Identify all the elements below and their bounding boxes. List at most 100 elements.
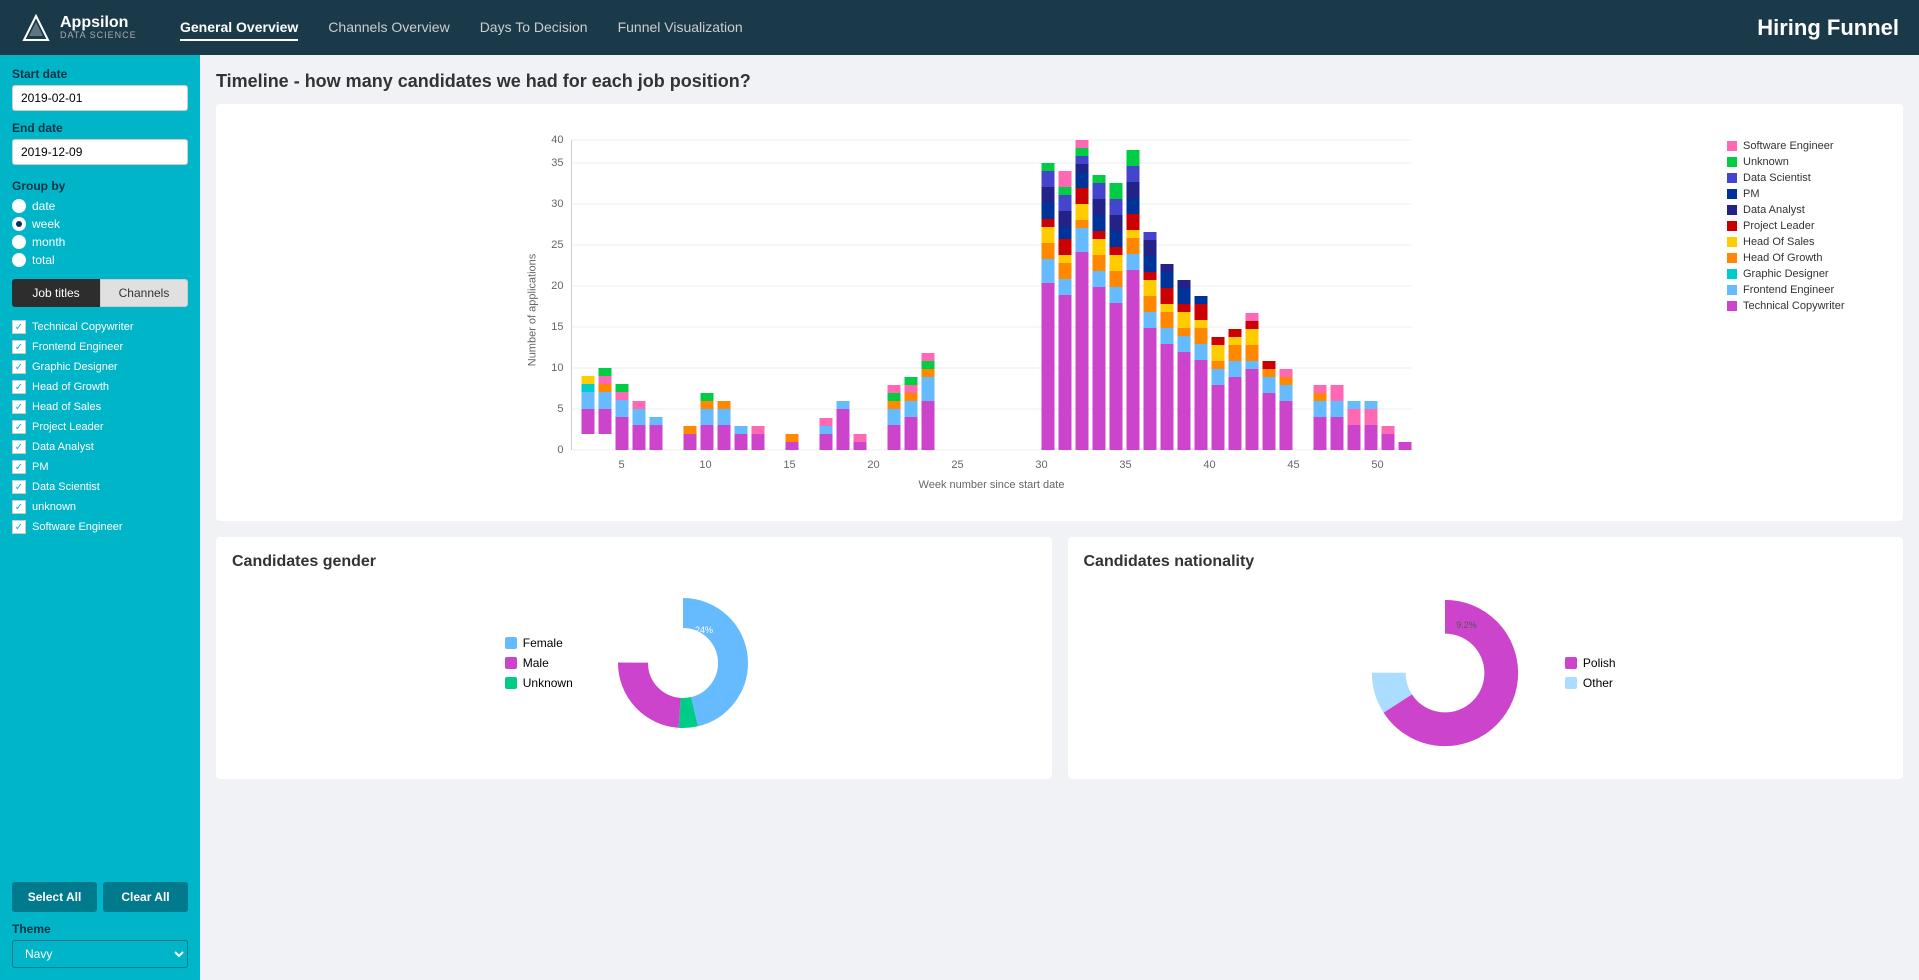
checkbox-box-software-engineer xyxy=(12,520,26,534)
svg-text:15: 15 xyxy=(551,321,563,333)
start-date-input[interactable] xyxy=(12,85,188,111)
gender-legend: Female Male Unknown xyxy=(505,636,573,690)
theme-select[interactable]: Navy Light Dark xyxy=(12,940,188,968)
nationality-legend-polish: Polish xyxy=(1565,656,1616,670)
checkbox-box-project-leader xyxy=(12,420,26,434)
select-all-button[interactable]: Select All xyxy=(12,882,97,912)
header-title: Hiring Funnel xyxy=(1757,15,1899,41)
legend-frontend-engineer: Frontend Engineer xyxy=(1727,284,1887,296)
legend-dot-project-leader xyxy=(1727,221,1737,231)
legend-dot-unknown xyxy=(1727,157,1737,167)
nav-general-overview[interactable]: General Overview xyxy=(180,15,298,41)
sidebar: Start date End date Group by date week m… xyxy=(0,55,200,980)
nationality-donut-svg: 90.8% 9.2% xyxy=(1355,583,1535,763)
legend-dot-frontend-engineer xyxy=(1727,285,1737,295)
gender-legend-dot-male xyxy=(505,657,517,669)
legend-data-scientist: Data Scientist xyxy=(1727,172,1887,184)
svg-text:Week number since start date: Week number since start date xyxy=(919,479,1065,491)
logo: Appsilon DATA SCIENCE xyxy=(20,12,140,44)
nav-days-to-decision[interactable]: Days To Decision xyxy=(480,15,588,41)
svg-text:0: 0 xyxy=(557,444,563,456)
svg-text:15: 15 xyxy=(783,459,795,471)
legend-dot-head-of-sales xyxy=(1727,237,1737,247)
gender-legend-dot-female xyxy=(505,637,517,649)
svg-text:20: 20 xyxy=(867,459,879,471)
gender-donut-wrapper: Female Male Unknown xyxy=(232,583,1036,743)
group-by-label: Group by xyxy=(12,179,188,193)
radio-week[interactable]: week xyxy=(12,217,188,231)
checkbox-data-analyst[interactable]: Data Analyst xyxy=(12,437,188,457)
start-date-label: Start date xyxy=(12,67,188,81)
legend-project-leader: Project Leader xyxy=(1727,220,1887,232)
checkbox-box-graphic-designer xyxy=(12,360,26,374)
nav-funnel-visualization[interactable]: Funnel Visualization xyxy=(618,15,743,41)
gender-legend-male: Male xyxy=(505,656,573,670)
legend-dot-head-of-growth xyxy=(1727,253,1737,263)
svg-text:30: 30 xyxy=(551,198,563,210)
header: Appsilon DATA SCIENCE General Overview C… xyxy=(0,0,1919,55)
checkbox-head-of-sales[interactable]: Head of Sales xyxy=(12,397,188,417)
checkbox-software-engineer[interactable]: Software Engineer xyxy=(12,517,188,537)
checkbox-head-of-growth[interactable]: Head of Growth xyxy=(12,377,188,397)
legend-unknown: Unknown xyxy=(1727,156,1887,168)
nationality-chart-card: Candidates nationality 90.8% 9.2% xyxy=(1068,537,1904,779)
checkbox-unknown[interactable]: unknown xyxy=(12,497,188,517)
svg-text:Number of applications: Number of applications xyxy=(527,253,539,366)
tab-job-titles[interactable]: Job titles xyxy=(12,279,100,307)
svg-text:5: 5 xyxy=(618,459,624,471)
legend-dot-software-engineer xyxy=(1727,141,1737,151)
bar-chart-container: 0 5 10 15 20 25 30 35 40 Number of appli… xyxy=(216,104,1903,521)
svg-text:25: 25 xyxy=(951,459,963,471)
clear-all-button[interactable]: Clear All xyxy=(103,882,188,912)
svg-text:4.8%: 4.8% xyxy=(663,680,681,689)
gender-chart-title: Candidates gender xyxy=(232,553,1036,571)
legend-dot-data-scientist xyxy=(1727,173,1737,183)
legend-dot-graphic-designer xyxy=(1727,269,1737,279)
gender-legend-female: Female xyxy=(505,636,573,650)
svg-text:45: 45 xyxy=(1287,459,1299,471)
radio-total[interactable]: total xyxy=(12,253,188,267)
end-date-label: End date xyxy=(12,121,188,135)
svg-text:24%: 24% xyxy=(695,625,713,635)
checkbox-box-technical-copywriter xyxy=(12,320,26,334)
radio-month[interactable]: month xyxy=(12,235,188,249)
radio-circle-month xyxy=(12,235,26,249)
tab-channels[interactable]: Channels xyxy=(100,279,188,307)
gender-legend-dot-unknown xyxy=(505,677,517,689)
checkbox-box-head-of-growth xyxy=(12,380,26,394)
svg-text:40: 40 xyxy=(551,134,563,146)
svg-text:10: 10 xyxy=(551,362,563,374)
checkbox-graphic-designer[interactable]: Graphic Designer xyxy=(12,357,188,377)
nationality-donut-wrapper: 90.8% 9.2% Polish Other xyxy=(1084,583,1888,763)
legend-dot-data-analyst xyxy=(1727,205,1737,215)
legend-dot-pm xyxy=(1727,189,1737,199)
radio-date[interactable]: date xyxy=(12,199,188,213)
checkbox-project-leader[interactable]: Project Leader xyxy=(12,417,188,437)
svg-text:10: 10 xyxy=(699,459,711,471)
main-chart-title: Timeline - how many candidates we had fo… xyxy=(216,71,1903,92)
checkbox-data-scientist[interactable]: Data Scientist xyxy=(12,477,188,497)
legend-graphic-designer: Graphic Designer xyxy=(1727,268,1887,280)
nationality-legend-dot-polish xyxy=(1565,657,1577,669)
svg-text:35: 35 xyxy=(551,157,563,169)
checkbox-pm[interactable]: PM xyxy=(12,457,188,477)
checkbox-box-pm xyxy=(12,460,26,474)
bar-chart-svg: 0 5 10 15 20 25 30 35 40 Number of appli… xyxy=(232,120,1711,500)
checkbox-technical-copywriter[interactable]: Technical Copywriter xyxy=(12,317,188,337)
end-date-input[interactable] xyxy=(12,139,188,165)
job-titles-list: Technical Copywriter Frontend Engineer G… xyxy=(12,317,188,872)
svg-text:5: 5 xyxy=(557,403,563,415)
legend-technical-copywriter: Technical Copywriter xyxy=(1727,300,1887,312)
gender-donut-svg: 71.2% 4.8% 24% xyxy=(603,583,763,743)
nav-channels-overview[interactable]: Channels Overview xyxy=(328,15,449,41)
legend-data-analyst: Data Analyst xyxy=(1727,204,1887,216)
nav-links: General Overview Channels Overview Days … xyxy=(180,15,1757,41)
svg-text:30: 30 xyxy=(1035,459,1047,471)
gender-legend-unknown: Unknown xyxy=(505,676,573,690)
legend-head-of-sales: Head Of Sales xyxy=(1727,236,1887,248)
appsilon-logo-icon xyxy=(20,12,52,44)
checkbox-frontend-engineer[interactable]: Frontend Engineer xyxy=(12,337,188,357)
bar-chart-legend: Software Engineer Unknown Data Scientist… xyxy=(1727,120,1887,505)
checkbox-box-data-scientist xyxy=(12,480,26,494)
svg-text:40: 40 xyxy=(1203,459,1215,471)
